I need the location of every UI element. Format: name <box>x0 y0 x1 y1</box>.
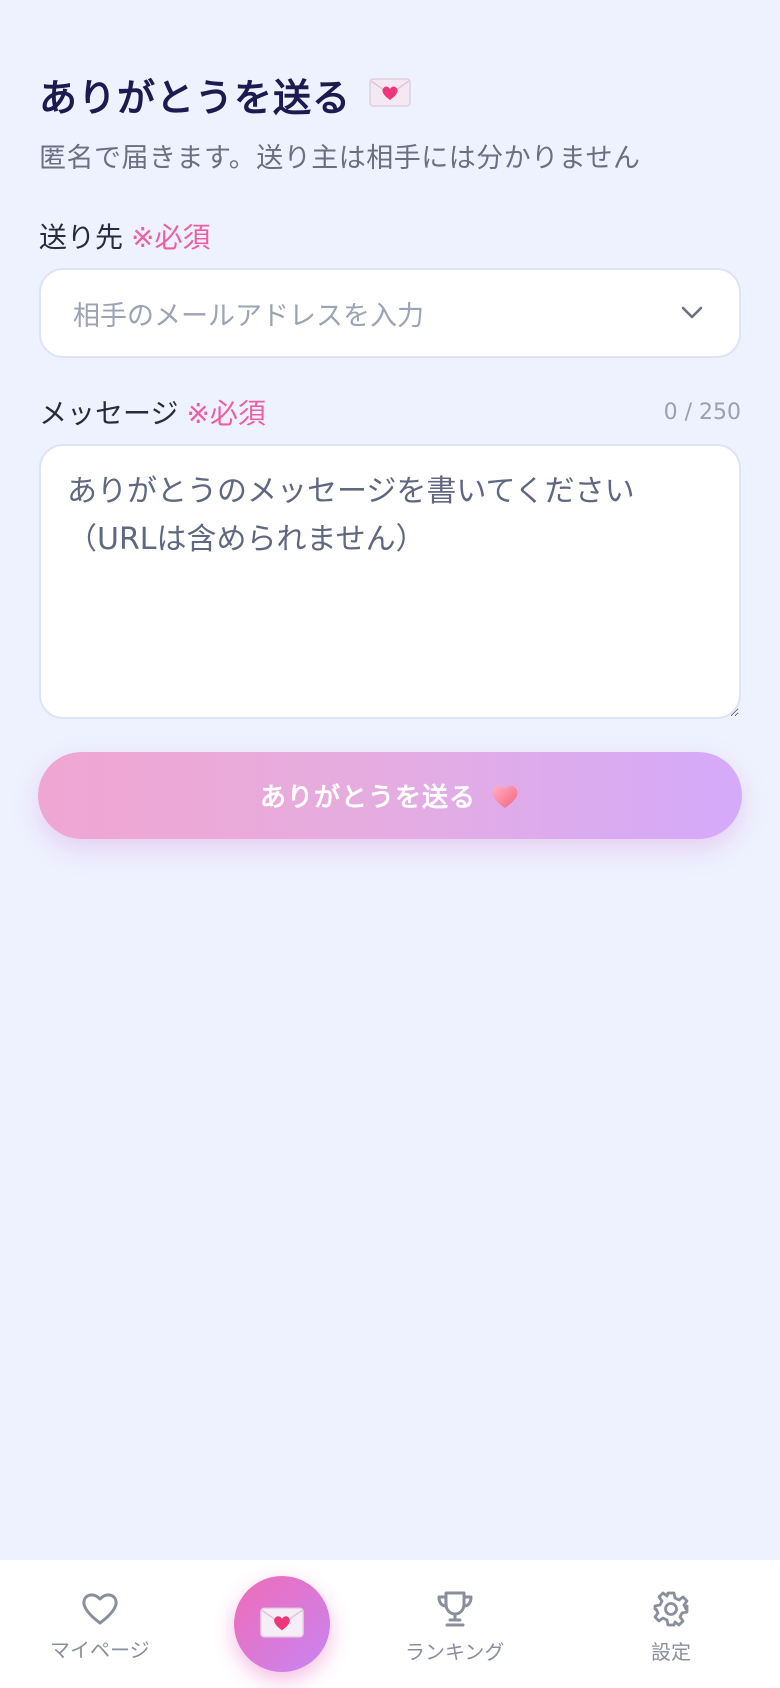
message-textarea[interactable] <box>39 444 741 719</box>
gear-icon <box>652 1590 690 1632</box>
nav-item-settings[interactable]: 設定 <box>651 1590 691 1665</box>
recipient-label-row: 送り先 ※必須 <box>39 216 741 256</box>
send-thanks-button[interactable]: ありがとうを送る <box>38 752 742 839</box>
recipient-required-mark: ※必須 <box>131 221 211 254</box>
message-label: メッセージ ※必須 <box>39 392 266 432</box>
page-title: ありがとうを送る <box>39 75 352 120</box>
character-counter: 0 / 250 <box>663 399 741 425</box>
nav-item-ranking[interactable]: ランキング <box>405 1590 504 1665</box>
nav-item-send[interactable] <box>234 1576 330 1672</box>
love-letter-icon <box>260 1605 304 1643</box>
nav-item-mypage[interactable]: マイページ <box>50 1590 150 1663</box>
send-button-label: ありがとうを送る <box>259 783 476 813</box>
message-label-row: メッセージ ※必須 0 / 250 <box>39 392 741 432</box>
nav-label-settings: 設定 <box>651 1640 691 1664</box>
nav-label-mypage: マイページ <box>50 1638 150 1662</box>
page-header: ありがとうを送る 匿名で届きます。送り主は相手には分かりません <box>39 66 741 175</box>
send-thanks-page: ありがとうを送る 匿名で届きます。送り主は相手には分かりません 送り先 ※必須 相… <box>0 0 780 1688</box>
title-row: ありがとうを送る <box>39 66 741 122</box>
chevron-down-icon <box>679 300 705 326</box>
bottom-nav: マイページ ランキング 設定 <box>0 1560 780 1688</box>
recipient-select[interactable]: 相手のメールアドレスを入力 <box>39 268 741 358</box>
trophy-icon <box>435 1590 475 1632</box>
page-subtitle: 匿名で届きます。送り主は相手には分かりません <box>39 143 641 174</box>
nav-label-ranking: ランキング <box>405 1640 505 1664</box>
heart-icon <box>490 783 520 809</box>
message-label-text: メッセージ <box>39 397 179 430</box>
heart-outline-icon <box>80 1590 120 1630</box>
love-letter-icon <box>369 76 411 112</box>
recipient-label: 送り先 ※必須 <box>39 216 210 256</box>
message-required-mark: ※必須 <box>186 397 266 430</box>
recipient-placeholder: 相手のメールアドレスを入力 <box>73 300 424 332</box>
recipient-label-text: 送り先 <box>39 221 124 254</box>
